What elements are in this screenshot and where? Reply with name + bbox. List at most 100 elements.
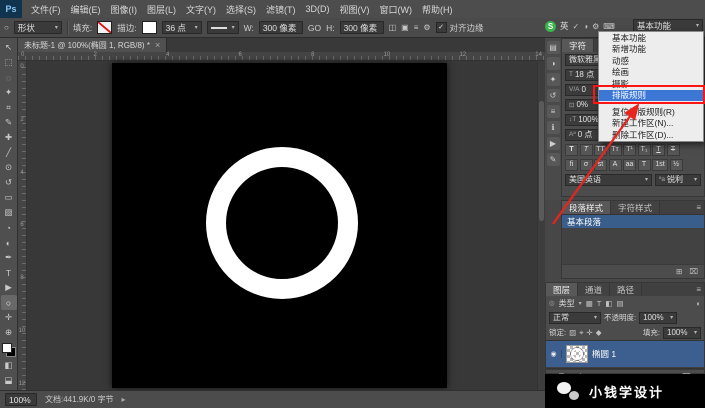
- quick-selection-tool[interactable]: ✦: [1, 85, 17, 100]
- tab-layers[interactable]: 图层: [546, 283, 578, 296]
- lock-position-icon[interactable]: ✛: [586, 328, 592, 337]
- align-edges-checkbox[interactable]: ✓ 对齐边缘: [436, 22, 484, 34]
- rectangular-marquee-tool[interactable]: ⬚: [1, 55, 17, 70]
- fill-swatch[interactable]: [97, 21, 112, 34]
- panel-menu-icon[interactable]: ≡: [696, 203, 701, 212]
- shape-width-field[interactable]: 300 像素: [259, 21, 303, 34]
- path-operations-icon[interactable]: ◫: [389, 23, 397, 32]
- oldstyle-button[interactable]: T: [638, 159, 651, 171]
- workspace-item-new-features[interactable]: 新增功能: [599, 44, 703, 56]
- swash-button[interactable]: σ: [580, 159, 593, 171]
- ellipse-shape-tool[interactable]: ○: [1, 295, 17, 310]
- shape-height-field[interactable]: 300 像素: [340, 21, 384, 34]
- brush-tool[interactable]: ╱: [1, 145, 17, 160]
- style-item-basic-paragraph[interactable]: 基本段落: [562, 215, 704, 228]
- subscript-button[interactable]: T₁: [638, 144, 651, 156]
- info-panel-icon[interactable]: ℹ: [547, 121, 560, 134]
- lock-pixels-icon[interactable]: ⌖: [579, 328, 583, 338]
- gradient-tool[interactable]: ▨: [1, 205, 17, 220]
- filter-shape-layers-icon[interactable]: ◧: [605, 299, 612, 308]
- scrollbar-thumb[interactable]: [539, 101, 544, 221]
- layer-row-ellipse-1[interactable]: ◉ 椭圆 1: [546, 341, 704, 367]
- menu-item-edit[interactable]: 编辑(E): [66, 0, 106, 18]
- ime-language-toggle[interactable]: 英: [560, 20, 569, 32]
- workspace-item-motion[interactable]: 动感: [599, 55, 703, 67]
- move-tool[interactable]: ↖: [1, 40, 17, 55]
- vertical-scrollbar[interactable]: [537, 61, 545, 390]
- document-tab[interactable]: 未标题-1 @ 100%(椭圆 1, RGB/8) * ×: [18, 38, 167, 52]
- hand-tool[interactable]: ✛: [1, 310, 17, 325]
- workspace-delete-item[interactable]: 删除工作区(D)...: [599, 129, 703, 141]
- workspace-item-essentials[interactable]: 基本功能: [599, 32, 703, 44]
- filter-switch-icon[interactable]: ◐: [696, 299, 701, 308]
- quick-mask-button[interactable]: ◧: [1, 358, 17, 373]
- eraser-tool[interactable]: ▭: [1, 190, 17, 205]
- blend-mode-select[interactable]: 正常▾: [549, 312, 601, 324]
- stylistic-alternates-button[interactable]: aa: [623, 159, 636, 171]
- actions-panel-icon[interactable]: ▶: [547, 137, 560, 150]
- menu-item-type[interactable]: 文字(Y): [181, 0, 221, 18]
- antialias-select[interactable]: ªa 锐利▾: [655, 174, 701, 186]
- workspace-reset-item[interactable]: 复位排版规则(R): [599, 106, 703, 118]
- lock-transparency-icon[interactable]: ▨: [569, 328, 576, 337]
- sogou-ime-icon[interactable]: S: [545, 21, 556, 32]
- pen-tool[interactable]: ✒: [1, 250, 17, 265]
- lasso-tool[interactable]: ◌: [1, 70, 17, 85]
- discretionary-ligatures-button[interactable]: st: [594, 159, 607, 171]
- styles-panel-icon[interactable]: ✦: [547, 73, 560, 86]
- panel-menu-icon[interactable]: ≡: [696, 285, 701, 294]
- document-canvas[interactable]: [112, 63, 447, 388]
- tool-mode-select[interactable]: 形状▾: [14, 21, 62, 34]
- tab-paragraph-styles[interactable]: 段落样式: [562, 201, 611, 214]
- small-caps-button[interactable]: Tт: [609, 144, 622, 156]
- menu-item-image[interactable]: 图像(I): [106, 0, 143, 18]
- tab-paths[interactable]: 路径: [610, 283, 642, 296]
- menu-item-3d[interactable]: 3D(D): [301, 0, 335, 18]
- visibility-eye-icon[interactable]: ◉: [546, 350, 562, 358]
- fill-opacity-field[interactable]: 100%▾: [663, 327, 701, 339]
- ime-halfwidth-icon[interactable]: ◑: [583, 22, 588, 31]
- color-panel-icon[interactable]: ▤: [547, 41, 560, 54]
- stroke-type-select[interactable]: ▾: [207, 21, 239, 34]
- path-alignment-icon[interactable]: ▣: [401, 23, 409, 32]
- tab-character-styles[interactable]: 字符样式: [611, 201, 660, 214]
- eyedropper-tool[interactable]: ✎: [1, 115, 17, 130]
- zoom-field[interactable]: 100%: [5, 393, 37, 406]
- filter-caret-icon[interactable]: ▾: [579, 300, 582, 307]
- foreground-background-swatches[interactable]: [1, 342, 17, 358]
- faux-bold-button[interactable]: T: [565, 144, 578, 156]
- menu-item-help[interactable]: 帮助(H): [417, 0, 458, 18]
- type-tool[interactable]: T: [1, 265, 17, 280]
- clone-stamp-tool[interactable]: ⊙: [1, 160, 17, 175]
- language-select[interactable]: 美国英语▾: [565, 174, 652, 186]
- status-arrow-icon[interactable]: ▸: [121, 395, 125, 404]
- dodge-tool[interactable]: ◐: [1, 235, 17, 250]
- gear-icon[interactable]: ⚙: [423, 23, 430, 32]
- zoom-tool[interactable]: ⊕: [1, 325, 17, 340]
- ime-keyboard-icon[interactable]: ⌨: [603, 22, 615, 31]
- lock-all-icon[interactable]: ◆: [596, 328, 602, 337]
- layer-thumbnail[interactable]: [566, 345, 588, 363]
- path-selection-tool[interactable]: ▶: [1, 280, 17, 295]
- screen-mode-button[interactable]: ⬓: [1, 373, 17, 388]
- ordinals-button[interactable]: 1st: [652, 159, 668, 171]
- titling-alternates-button[interactable]: A: [609, 159, 622, 171]
- blur-tool[interactable]: ◔: [1, 220, 17, 235]
- underline-button[interactable]: T: [652, 144, 665, 156]
- workspace-new-item[interactable]: 新建工作区(N)...: [599, 118, 703, 130]
- tab-channels[interactable]: 通道: [578, 283, 610, 296]
- filter-pixel-layers-icon[interactable]: ▦: [586, 299, 593, 308]
- ligatures-button[interactable]: fi: [565, 159, 578, 171]
- healing-brush-tool[interactable]: ✚: [1, 130, 17, 145]
- foreground-color-swatch[interactable]: [2, 343, 12, 353]
- link-dimensions-icon[interactable]: GO: [308, 23, 321, 33]
- workspace-item-painting[interactable]: 绘画: [599, 67, 703, 79]
- filter-type-layers-icon[interactable]: T: [597, 299, 602, 308]
- menu-item-file[interactable]: 文件(F): [26, 0, 66, 18]
- opacity-field[interactable]: 100%▾: [639, 312, 677, 324]
- tab-character[interactable]: 字符: [562, 39, 594, 52]
- all-caps-button[interactable]: TT: [594, 144, 607, 156]
- fractions-button[interactable]: ½: [670, 159, 683, 171]
- menu-item-layer[interactable]: 图层(L): [142, 0, 181, 18]
- history-panel-icon[interactable]: ↺: [547, 89, 560, 102]
